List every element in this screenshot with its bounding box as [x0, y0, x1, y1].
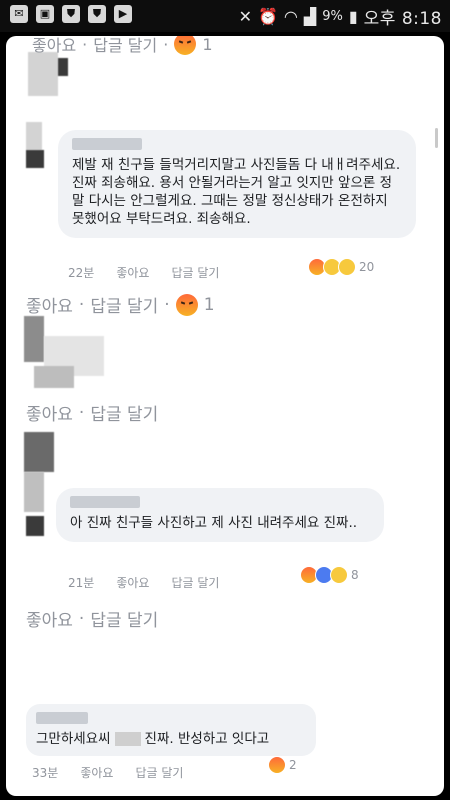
comment-meta: 22분 좋아요 답글 달기 — [68, 264, 219, 281]
scrollbar[interactable] — [435, 128, 438, 148]
redacted-name — [114, 732, 141, 746]
avatar — [58, 58, 68, 76]
comment-text: 진짜. 반성하고 잇다고 — [144, 731, 270, 747]
comment-actions: 좋아요 · 답글 달기 — [26, 400, 158, 426]
avatar[interactable] — [26, 150, 44, 168]
comment-text: 제발 재 친구들 들먹거리지말고 사진들돔 다 내ㅐ려주세요. 진짜 죄송해요.… — [72, 157, 401, 227]
angry-reaction-icon[interactable] — [175, 293, 198, 316]
wifi-icon: ◠ — [283, 7, 298, 26]
angry-reaction-icon — [268, 756, 286, 774]
reply-link[interactable]: 답글 달기 — [90, 292, 158, 317]
reaction-count: 8 — [351, 568, 359, 582]
wow-reaction-icon — [330, 566, 348, 584]
app-icon: ▣ — [36, 5, 54, 23]
comment-meta: 21분 좋아요 답글 달기 — [68, 574, 219, 591]
angry-reaction-icon[interactable] — [174, 36, 197, 55]
like-link[interactable]: 좋아요 — [116, 574, 149, 591]
clock: 오후 8:18 — [363, 9, 442, 29]
mute-icon: ✕ — [238, 7, 252, 26]
battery-icon: ▮ — [348, 7, 358, 26]
comment-thread-screen: 좋아요 · 답글 달기 · 1 제발 재 친구들 들먹거리지말고 사진들돔 다 … — [6, 36, 444, 796]
reply-link[interactable]: 답글 달기 — [135, 764, 183, 781]
shield-icon: ⛊ — [62, 5, 80, 23]
reaction-count: 2 — [289, 758, 297, 772]
reactions-summary[interactable]: 2 — [268, 756, 297, 774]
play-icon: ▶ — [114, 5, 132, 23]
reply-link[interactable]: 답글 달기 — [93, 36, 157, 56]
reaction-count: 1 — [203, 294, 215, 315]
comment-bubble: 그만하세요씨 진짜. 반성하고 잇다고 — [26, 704, 316, 756]
avatar[interactable] — [24, 472, 44, 512]
comment-actions: 좋아요 · 답글 달기 — [26, 606, 158, 632]
signal-icon: ▟ — [303, 7, 317, 26]
reactions-summary[interactable]: 20 — [308, 258, 374, 276]
timestamp[interactable]: 21분 — [68, 574, 94, 591]
timestamp[interactable]: 22분 — [68, 264, 94, 281]
avatar[interactable] — [28, 52, 58, 96]
comment-text: 아 진짜 친구들 사진하고 제 사진 내려주세요 진짜.. — [70, 515, 358, 531]
commenter-name-redacted[interactable] — [72, 138, 142, 150]
comment-meta: 33분 좋아요 답글 달기 — [32, 764, 183, 781]
reaction-count: 1 — [202, 36, 213, 54]
battery-percent: 9% — [322, 9, 343, 24]
avatar[interactable] — [26, 122, 42, 150]
commenter-name-redacted[interactable] — [36, 712, 88, 724]
avatar[interactable] — [24, 432, 54, 472]
comment-bubble: 제발 재 친구들 들먹거리지말고 사진들돔 다 내ㅐ려주세요. 진짜 죄송해요.… — [58, 130, 416, 238]
wow-reaction-icon — [338, 258, 356, 276]
like-link[interactable]: 좋아요 — [26, 400, 73, 425]
timestamp[interactable]: 33분 — [32, 764, 58, 781]
reaction-count: 20 — [359, 260, 375, 274]
comment-actions: 좋아요 · 답글 달기 · 1 — [26, 292, 215, 317]
like-link[interactable]: 좋아요 — [116, 264, 149, 281]
like-link[interactable]: 좋아요 — [80, 764, 113, 781]
message-icon: ✉ — [10, 5, 28, 23]
avatar[interactable] — [24, 316, 44, 362]
reply-link[interactable]: 답글 달기 — [171, 574, 219, 591]
commenter-name-redacted[interactable] — [70, 496, 140, 508]
comment-text: 그만하세요씨 — [36, 731, 111, 747]
reactions-summary[interactable]: 8 — [300, 566, 359, 584]
shield-icon: ⛊ — [88, 5, 106, 23]
comment-bubble: 아 진짜 친구들 사진하고 제 사진 내려주세요 진짜.. — [56, 488, 384, 542]
comment-actions: 좋아요 · 답글 달기 · 1 — [32, 36, 213, 56]
status-bar: ✉ ▣ ⛊ ⛊ ▶ ✕ ⏰ ◠ ▟ 9% ▮ 오후 8:18 — [0, 0, 450, 32]
reply-link[interactable]: 답글 달기 — [90, 606, 158, 631]
like-link[interactable]: 좋아요 — [26, 292, 73, 317]
like-link[interactable]: 좋아요 — [32, 36, 76, 56]
avatar — [34, 366, 74, 388]
reply-link[interactable]: 답글 달기 — [90, 400, 158, 425]
like-link[interactable]: 좋아요 — [26, 606, 73, 631]
alarm-icon: ⏰ — [258, 7, 278, 26]
avatar[interactable] — [26, 516, 44, 536]
reply-link[interactable]: 답글 달기 — [171, 264, 219, 281]
